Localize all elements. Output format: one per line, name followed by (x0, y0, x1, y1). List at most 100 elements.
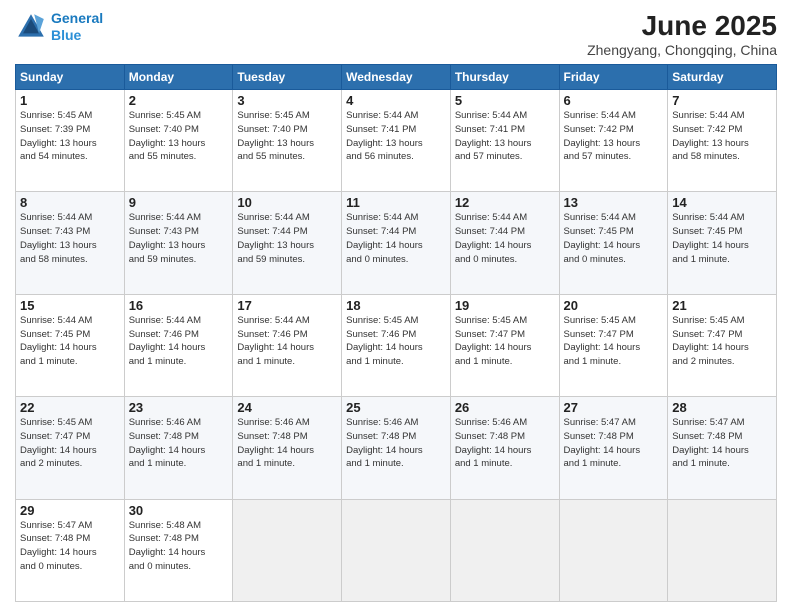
col-header-saturday: Saturday (668, 65, 777, 90)
calendar-cell (559, 499, 668, 601)
day-detail: Sunrise: 5:45 AM Sunset: 7:47 PM Dayligh… (455, 314, 555, 369)
calendar-cell: 10Sunrise: 5:44 AM Sunset: 7:44 PM Dayli… (233, 192, 342, 294)
calendar-cell: 4Sunrise: 5:44 AM Sunset: 7:41 PM Daylig… (342, 90, 451, 192)
day-detail: Sunrise: 5:45 AM Sunset: 7:46 PM Dayligh… (346, 314, 446, 369)
day-number: 7 (672, 93, 772, 108)
col-header-sunday: Sunday (16, 65, 125, 90)
header: General Blue June 2025 Zhengyang, Chongq… (15, 10, 777, 58)
calendar-week-row: 15Sunrise: 5:44 AM Sunset: 7:45 PM Dayli… (16, 294, 777, 396)
day-number: 4 (346, 93, 446, 108)
day-detail: Sunrise: 5:44 AM Sunset: 7:45 PM Dayligh… (564, 211, 664, 266)
day-number: 26 (455, 400, 555, 415)
calendar-cell: 3Sunrise: 5:45 AM Sunset: 7:40 PM Daylig… (233, 90, 342, 192)
calendar-cell: 26Sunrise: 5:46 AM Sunset: 7:48 PM Dayli… (450, 397, 559, 499)
day-number: 13 (564, 195, 664, 210)
day-number: 6 (564, 93, 664, 108)
logo-text: General Blue (51, 10, 103, 44)
calendar-cell: 8Sunrise: 5:44 AM Sunset: 7:43 PM Daylig… (16, 192, 125, 294)
day-detail: Sunrise: 5:44 AM Sunset: 7:41 PM Dayligh… (455, 109, 555, 164)
day-detail: Sunrise: 5:44 AM Sunset: 7:45 PM Dayligh… (672, 211, 772, 266)
day-number: 1 (20, 93, 120, 108)
col-header-tuesday: Tuesday (233, 65, 342, 90)
calendar-cell: 25Sunrise: 5:46 AM Sunset: 7:48 PM Dayli… (342, 397, 451, 499)
calendar-cell: 13Sunrise: 5:44 AM Sunset: 7:45 PM Dayli… (559, 192, 668, 294)
calendar-cell: 16Sunrise: 5:44 AM Sunset: 7:46 PM Dayli… (124, 294, 233, 396)
calendar-week-row: 29Sunrise: 5:47 AM Sunset: 7:48 PM Dayli… (16, 499, 777, 601)
calendar-cell: 21Sunrise: 5:45 AM Sunset: 7:47 PM Dayli… (668, 294, 777, 396)
logo-general: General (51, 10, 103, 26)
calendar-cell: 22Sunrise: 5:45 AM Sunset: 7:47 PM Dayli… (16, 397, 125, 499)
day-detail: Sunrise: 5:44 AM Sunset: 7:46 PM Dayligh… (237, 314, 337, 369)
logo-blue: Blue (51, 27, 81, 43)
calendar-title: June 2025 (587, 10, 777, 42)
day-number: 10 (237, 195, 337, 210)
calendar-cell: 5Sunrise: 5:44 AM Sunset: 7:41 PM Daylig… (450, 90, 559, 192)
calendar-cell: 14Sunrise: 5:44 AM Sunset: 7:45 PM Dayli… (668, 192, 777, 294)
calendar-cell: 17Sunrise: 5:44 AM Sunset: 7:46 PM Dayli… (233, 294, 342, 396)
day-number: 30 (129, 503, 229, 518)
title-block: June 2025 Zhengyang, Chongqing, China (587, 10, 777, 58)
day-detail: Sunrise: 5:44 AM Sunset: 7:42 PM Dayligh… (672, 109, 772, 164)
day-detail: Sunrise: 5:44 AM Sunset: 7:44 PM Dayligh… (455, 211, 555, 266)
day-number: 20 (564, 298, 664, 313)
calendar-table: SundayMondayTuesdayWednesdayThursdayFrid… (15, 64, 777, 602)
calendar-cell: 15Sunrise: 5:44 AM Sunset: 7:45 PM Dayli… (16, 294, 125, 396)
col-header-friday: Friday (559, 65, 668, 90)
day-number: 2 (129, 93, 229, 108)
day-detail: Sunrise: 5:44 AM Sunset: 7:43 PM Dayligh… (20, 211, 120, 266)
col-header-monday: Monday (124, 65, 233, 90)
day-number: 29 (20, 503, 120, 518)
day-number: 16 (129, 298, 229, 313)
day-number: 14 (672, 195, 772, 210)
day-number: 22 (20, 400, 120, 415)
day-number: 21 (672, 298, 772, 313)
day-detail: Sunrise: 5:48 AM Sunset: 7:48 PM Dayligh… (129, 519, 229, 574)
day-detail: Sunrise: 5:45 AM Sunset: 7:40 PM Dayligh… (237, 109, 337, 164)
day-number: 25 (346, 400, 446, 415)
calendar-cell: 27Sunrise: 5:47 AM Sunset: 7:48 PM Dayli… (559, 397, 668, 499)
day-detail: Sunrise: 5:44 AM Sunset: 7:44 PM Dayligh… (237, 211, 337, 266)
day-detail: Sunrise: 5:47 AM Sunset: 7:48 PM Dayligh… (672, 416, 772, 471)
calendar-week-row: 1Sunrise: 5:45 AM Sunset: 7:39 PM Daylig… (16, 90, 777, 192)
day-number: 27 (564, 400, 664, 415)
day-number: 9 (129, 195, 229, 210)
calendar-cell: 29Sunrise: 5:47 AM Sunset: 7:48 PM Dayli… (16, 499, 125, 601)
calendar-cell: 20Sunrise: 5:45 AM Sunset: 7:47 PM Dayli… (559, 294, 668, 396)
logo-icon (15, 11, 47, 43)
calendar-cell: 7Sunrise: 5:44 AM Sunset: 7:42 PM Daylig… (668, 90, 777, 192)
day-detail: Sunrise: 5:47 AM Sunset: 7:48 PM Dayligh… (564, 416, 664, 471)
calendar-cell: 23Sunrise: 5:46 AM Sunset: 7:48 PM Dayli… (124, 397, 233, 499)
day-detail: Sunrise: 5:45 AM Sunset: 7:40 PM Dayligh… (129, 109, 229, 164)
day-number: 17 (237, 298, 337, 313)
day-number: 8 (20, 195, 120, 210)
day-number: 28 (672, 400, 772, 415)
day-detail: Sunrise: 5:45 AM Sunset: 7:39 PM Dayligh… (20, 109, 120, 164)
day-number: 18 (346, 298, 446, 313)
calendar-cell: 2Sunrise: 5:45 AM Sunset: 7:40 PM Daylig… (124, 90, 233, 192)
day-number: 12 (455, 195, 555, 210)
day-number: 15 (20, 298, 120, 313)
calendar-cell (450, 499, 559, 601)
col-header-thursday: Thursday (450, 65, 559, 90)
calendar-header-row: SundayMondayTuesdayWednesdayThursdayFrid… (16, 65, 777, 90)
day-number: 3 (237, 93, 337, 108)
calendar-cell: 6Sunrise: 5:44 AM Sunset: 7:42 PM Daylig… (559, 90, 668, 192)
day-detail: Sunrise: 5:44 AM Sunset: 7:46 PM Dayligh… (129, 314, 229, 369)
day-detail: Sunrise: 5:44 AM Sunset: 7:41 PM Dayligh… (346, 109, 446, 164)
day-detail: Sunrise: 5:45 AM Sunset: 7:47 PM Dayligh… (672, 314, 772, 369)
calendar-cell: 12Sunrise: 5:44 AM Sunset: 7:44 PM Dayli… (450, 192, 559, 294)
day-number: 11 (346, 195, 446, 210)
day-detail: Sunrise: 5:44 AM Sunset: 7:42 PM Dayligh… (564, 109, 664, 164)
calendar-cell (668, 499, 777, 601)
day-detail: Sunrise: 5:46 AM Sunset: 7:48 PM Dayligh… (346, 416, 446, 471)
calendar-cell: 11Sunrise: 5:44 AM Sunset: 7:44 PM Dayli… (342, 192, 451, 294)
calendar-cell: 18Sunrise: 5:45 AM Sunset: 7:46 PM Dayli… (342, 294, 451, 396)
calendar-cell: 30Sunrise: 5:48 AM Sunset: 7:48 PM Dayli… (124, 499, 233, 601)
calendar-cell: 1Sunrise: 5:45 AM Sunset: 7:39 PM Daylig… (16, 90, 125, 192)
day-detail: Sunrise: 5:44 AM Sunset: 7:44 PM Dayligh… (346, 211, 446, 266)
calendar-cell: 19Sunrise: 5:45 AM Sunset: 7:47 PM Dayli… (450, 294, 559, 396)
day-detail: Sunrise: 5:46 AM Sunset: 7:48 PM Dayligh… (237, 416, 337, 471)
day-detail: Sunrise: 5:44 AM Sunset: 7:43 PM Dayligh… (129, 211, 229, 266)
day-detail: Sunrise: 5:46 AM Sunset: 7:48 PM Dayligh… (455, 416, 555, 471)
day-detail: Sunrise: 5:45 AM Sunset: 7:47 PM Dayligh… (564, 314, 664, 369)
